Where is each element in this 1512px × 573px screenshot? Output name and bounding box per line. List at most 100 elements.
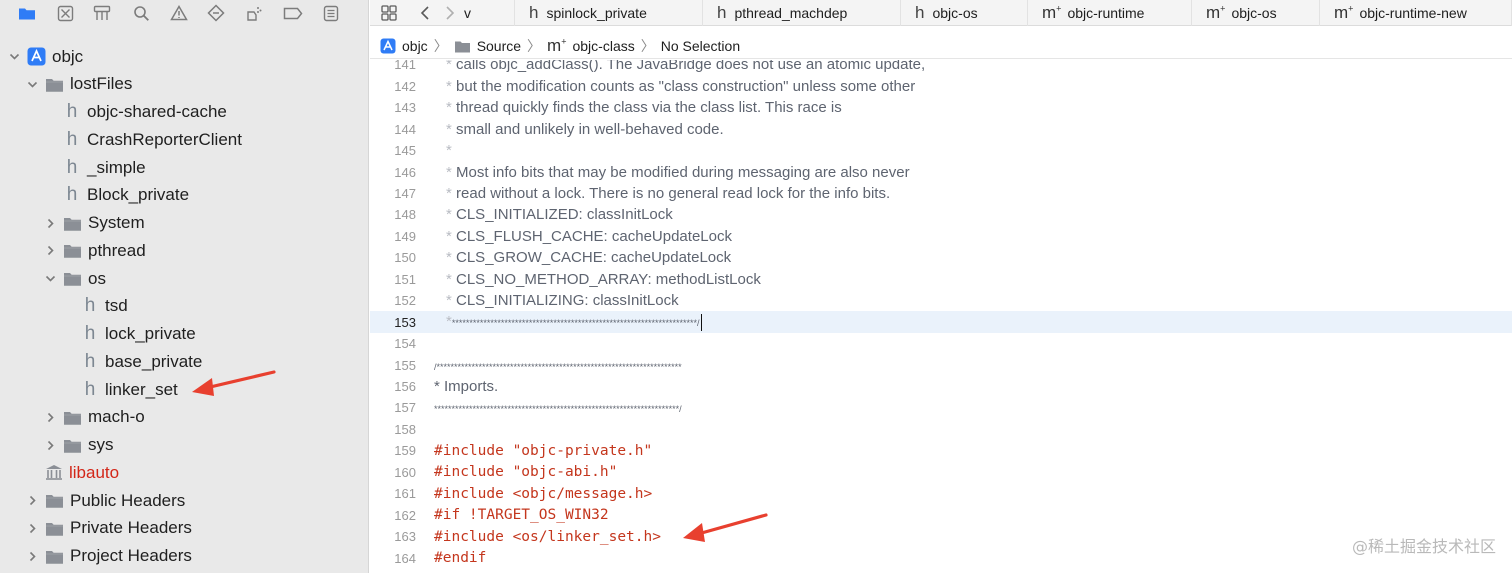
disclosure-chevron-down-icon[interactable] <box>26 78 38 90</box>
symbol-hierarchy-icon[interactable] <box>91 2 113 24</box>
tree-row-linker-set[interactable]: h linker_set <box>0 376 368 403</box>
disclosure-chevron-right-icon[interactable] <box>44 245 56 257</box>
tree-row-tsd[interactable]: h tsd <box>0 293 368 320</box>
code-line[interactable]: 160 #include "objc-abi.h" <box>370 462 1512 484</box>
back-chevron-icon[interactable] <box>415 2 435 24</box>
tree-row-lock-private[interactable]: h lock_private <box>0 321 368 348</box>
code-line[interactable]: 164 #endif <box>370 547 1512 569</box>
tree-row-os[interactable]: os <box>0 265 368 292</box>
code-line[interactable]: 161 #include <objc/message.h> <box>370 483 1512 505</box>
jumpbar-project[interactable]: objc <box>380 38 428 54</box>
code-line[interactable]: 152 * CLS_INITIALIZING: classInitLock <box>370 290 1512 312</box>
tree-row-pthread[interactable]: pthread <box>0 237 368 264</box>
test-diamond-icon[interactable] <box>205 2 227 24</box>
code-content: * CLS_FLUSH_CACHE: cacheUpdateLock <box>446 228 732 245</box>
jumpbar-folder[interactable]: Source <box>454 38 521 54</box>
tab-label: objc-os <box>932 5 978 21</box>
disclosure-chevron-right-icon[interactable] <box>26 550 38 562</box>
code-text: CLS_FLUSH_CACHE: cacheUpdateLock <box>451 227 732 245</box>
find-icon[interactable] <box>130 2 152 24</box>
code-line[interactable]: 146 * Most info bits that may be modified… <box>370 161 1512 183</box>
code-line[interactable]: 147 * read without a lock. There is no ge… <box>370 183 1512 205</box>
tree-row-public-headers[interactable]: Public Headers <box>0 487 368 514</box>
tree-row-objc[interactable]: objc <box>0 43 368 70</box>
tab-spinlock-private[interactable]: h spinlock_private <box>515 0 703 26</box>
tree-row-block-private[interactable]: h Block_private <box>0 182 368 209</box>
tree-row-base-private[interactable]: h base_private <box>0 348 368 375</box>
grid-icon[interactable] <box>378 2 400 24</box>
code-line[interactable]: 151 * CLS_NO_METHOD_ARRAY: methodListLock <box>370 269 1512 291</box>
disclosure-chevron-right-icon[interactable] <box>44 217 56 229</box>
report-icon[interactable] <box>320 2 342 24</box>
tab-objc-runtime-new[interactable]: m+ objc-runtime-new <box>1320 0 1512 26</box>
tree-row-simple[interactable]: h _simple <box>0 154 368 181</box>
code-line[interactable]: 142 * but the modification counts as "cla… <box>370 75 1512 97</box>
tab-objc-os[interactable]: m+ objc-os <box>1192 0 1320 26</box>
code-line[interactable]: 155 /************************************… <box>370 354 1512 376</box>
code-line[interactable]: 141 * calls objc_addClass(). The JavaBrid… <box>370 60 1512 76</box>
debug-spray-icon[interactable] <box>243 2 265 24</box>
code-content: * read without a lock. There is no gener… <box>446 185 890 202</box>
code-line[interactable]: 153 *************************************… <box>370 311 1512 333</box>
jumpbar-folder-label: Source <box>476 38 522 54</box>
tab-label: objc-os <box>1231 5 1277 21</box>
folder-icon <box>63 271 82 286</box>
jumpbar-file[interactable]: m+ objc-class <box>547 36 635 56</box>
code-line[interactable]: 149 * CLS_FLUSH_CACHE: cacheUpdateLock <box>370 226 1512 248</box>
code-line[interactable]: 154 <box>370 333 1512 355</box>
code-content: * but the modification counts as "class … <box>446 78 915 95</box>
forward-chevron-icon[interactable] <box>440 2 460 24</box>
code-line[interactable]: 143 * thread quickly finds the class via … <box>370 97 1512 119</box>
disclosure-chevron-down-icon[interactable] <box>44 273 56 285</box>
tree-row-libauto[interactable]: libauto <box>0 459 368 486</box>
tree-row-label: lock_private <box>105 324 196 343</box>
disclosure-chevron-right-icon[interactable] <box>44 411 56 423</box>
disclosure-chevron-right-icon[interactable] <box>26 522 38 534</box>
tree-row-lostfiles[interactable]: lostFiles <box>0 71 368 98</box>
tab-v[interactable]: v <box>460 0 515 26</box>
tab-label: spinlock_private <box>546 5 647 21</box>
code-text: ****************************************… <box>434 404 682 415</box>
code-line[interactable]: 145 * <box>370 140 1512 162</box>
header-file-icon: h <box>717 3 727 22</box>
jumpbar-selection[interactable]: No Selection <box>661 38 740 54</box>
tree-row-label: Public Headers <box>70 490 186 510</box>
jumpbar-selection-label: No Selection <box>660 38 741 54</box>
code-text: CLS_INITIALIZING: classInitLock <box>451 292 679 310</box>
code-line[interactable]: 159 #include "objc-private.h" <box>370 440 1512 462</box>
source-editor[interactable]: 141 * calls objc_addClass(). The JavaBrid… <box>370 60 1512 573</box>
code-line[interactable]: 144 * small and unlikely in well-behaved … <box>370 118 1512 140</box>
code-line[interactable]: 156 * Imports. <box>370 376 1512 398</box>
source-control-icon[interactable] <box>54 2 76 24</box>
tab-objc-os[interactable]: h objc-os <box>901 0 1028 26</box>
tab-objc-runtime[interactable]: m+ objc-runtime <box>1028 0 1192 26</box>
tree-row-crashreporterclient[interactable]: h CrashReporterClient <box>0 126 368 153</box>
code-text: Most info bits that may be modified duri… <box>451 163 910 181</box>
folder-icon[interactable] <box>16 2 38 24</box>
code-line[interactable]: 148 * CLS_INITIALIZED: classInitLock <box>370 204 1512 226</box>
tree-row-objc-shared-cache[interactable]: h objc-shared-cache <box>0 99 368 126</box>
code-line[interactable]: 158 <box>370 419 1512 441</box>
issue-warning-icon[interactable] <box>168 2 190 24</box>
disclosure-chevron-right-icon[interactable] <box>44 439 56 451</box>
tree-row-mach-o[interactable]: mach-o <box>0 404 368 431</box>
code-line[interactable]: 162 #if !TARGET_OS_WIN32 <box>370 504 1512 526</box>
disclosure-chevron-down-icon[interactable] <box>8 51 20 63</box>
folder-icon <box>45 77 64 92</box>
tree-row-project-headers[interactable]: Project Headers <box>0 543 368 570</box>
line-number: 159 <box>394 443 416 459</box>
code-content: * thread quickly finds the class via the… <box>446 99 842 116</box>
tree-row-sys[interactable]: sys <box>0 432 368 459</box>
code-text: calls objc_addClass(). The JavaBridge do… <box>451 60 926 74</box>
tree-row-system[interactable]: System <box>0 210 368 237</box>
code-line[interactable]: 150 * CLS_GROW_CACHE: cacheUpdateLock <box>370 247 1512 269</box>
disclosure-chevron-right-icon[interactable] <box>26 495 38 507</box>
tab-pthread-machdep[interactable]: h pthread_machdep <box>703 0 901 26</box>
breakpoint-icon[interactable] <box>282 2 304 24</box>
tree-row-private-headers[interactable]: Private Headers <box>0 515 368 542</box>
code-line[interactable]: 157 *************************************… <box>370 397 1512 419</box>
header-file-icon: h <box>66 101 78 122</box>
code-line[interactable]: 163 #include <os/linker_set.h> <box>370 526 1512 548</box>
